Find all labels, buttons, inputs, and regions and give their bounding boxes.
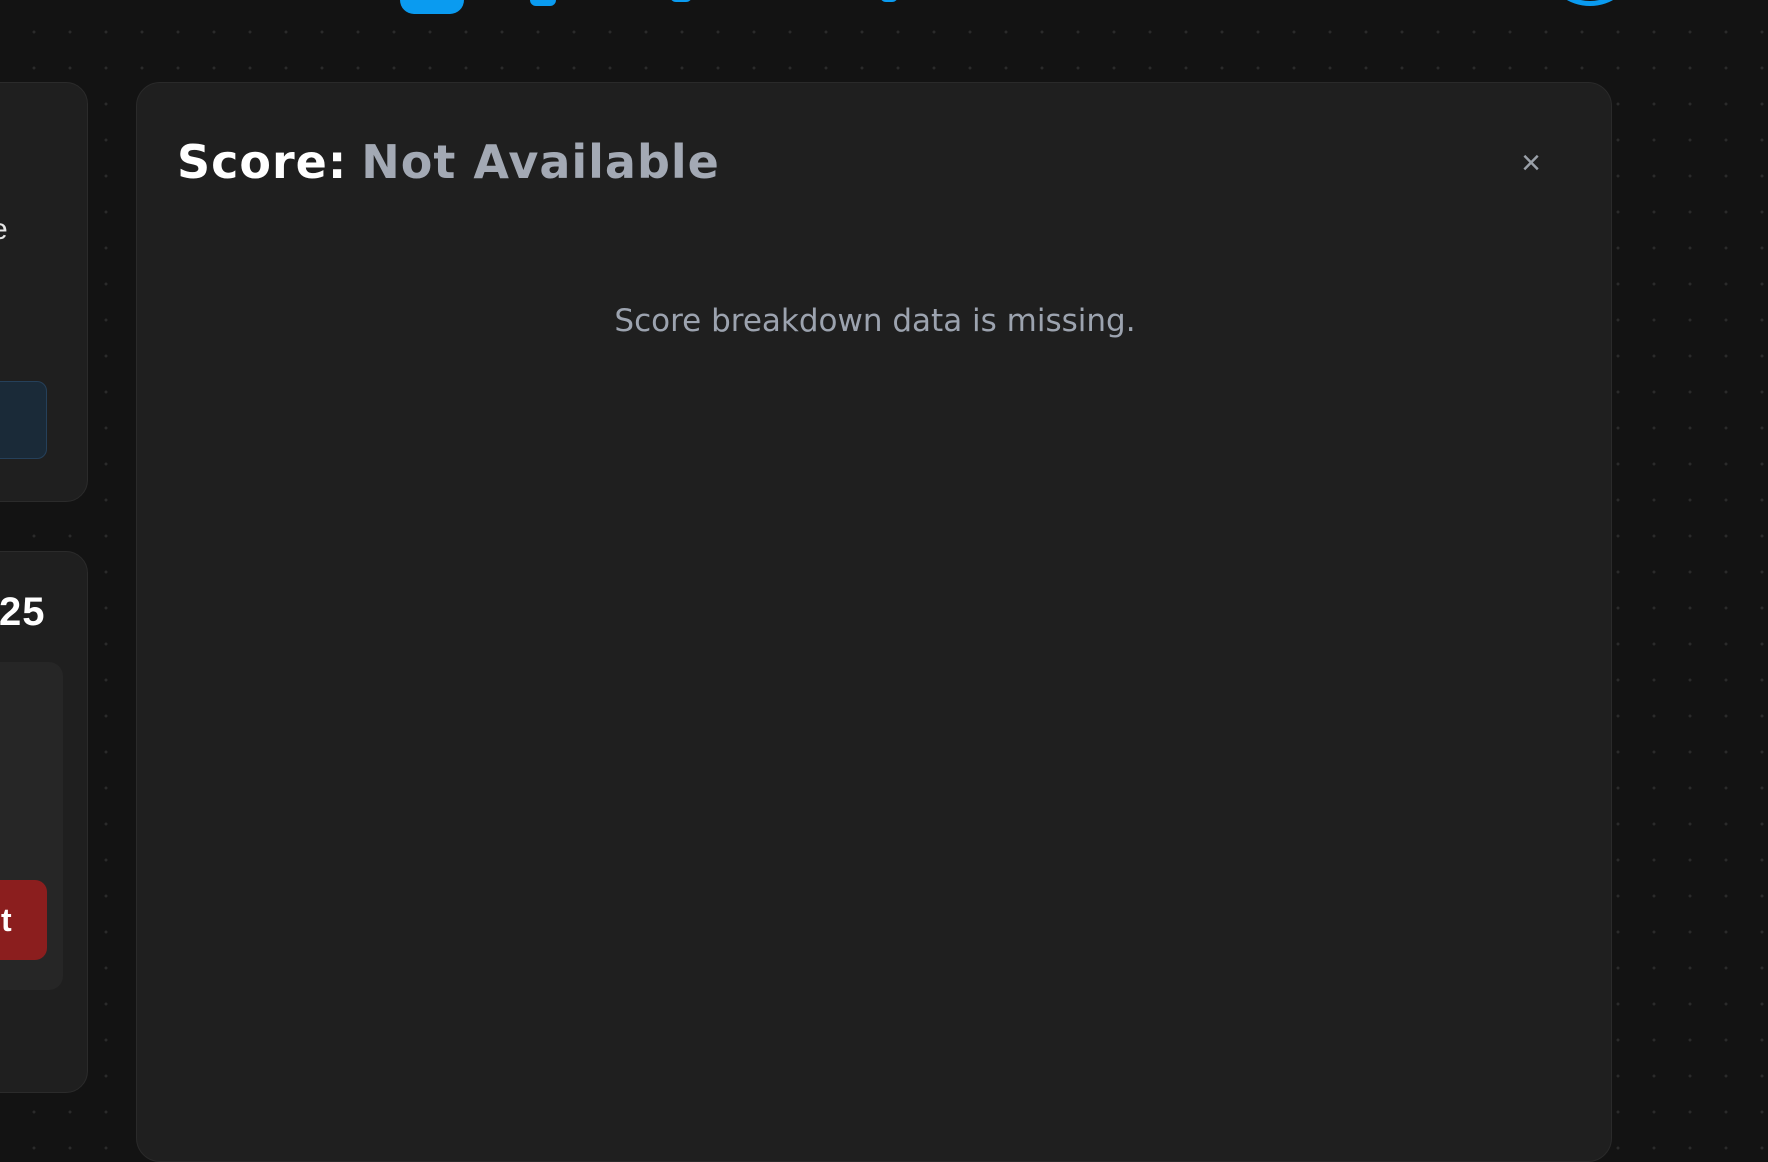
empty-state-message: Score breakdown data is missing. [614,303,1136,339]
modal-title: Score: Not Available [177,135,720,189]
card-danger-button[interactable]: t [0,880,47,960]
background-card: re d [0,82,88,502]
score-modal: Score: Not Available × Score breakdown da… [136,82,1612,1162]
score-value: Not Available [361,135,720,189]
brand-logo-fragment [530,0,556,6]
close-icon[interactable]: × [1513,145,1549,181]
card-action-button[interactable]: d [0,381,47,459]
card-score-value: 25 [0,590,46,634]
card-text: re [0,213,8,247]
brand-logo-fragment [880,0,898,2]
background-card: 25 t [0,551,88,1093]
brand-logo-fragment [670,0,692,2]
avatar[interactable] [1550,0,1630,6]
brand-logo-fragment [400,0,464,14]
score-label: Score: [177,135,348,189]
